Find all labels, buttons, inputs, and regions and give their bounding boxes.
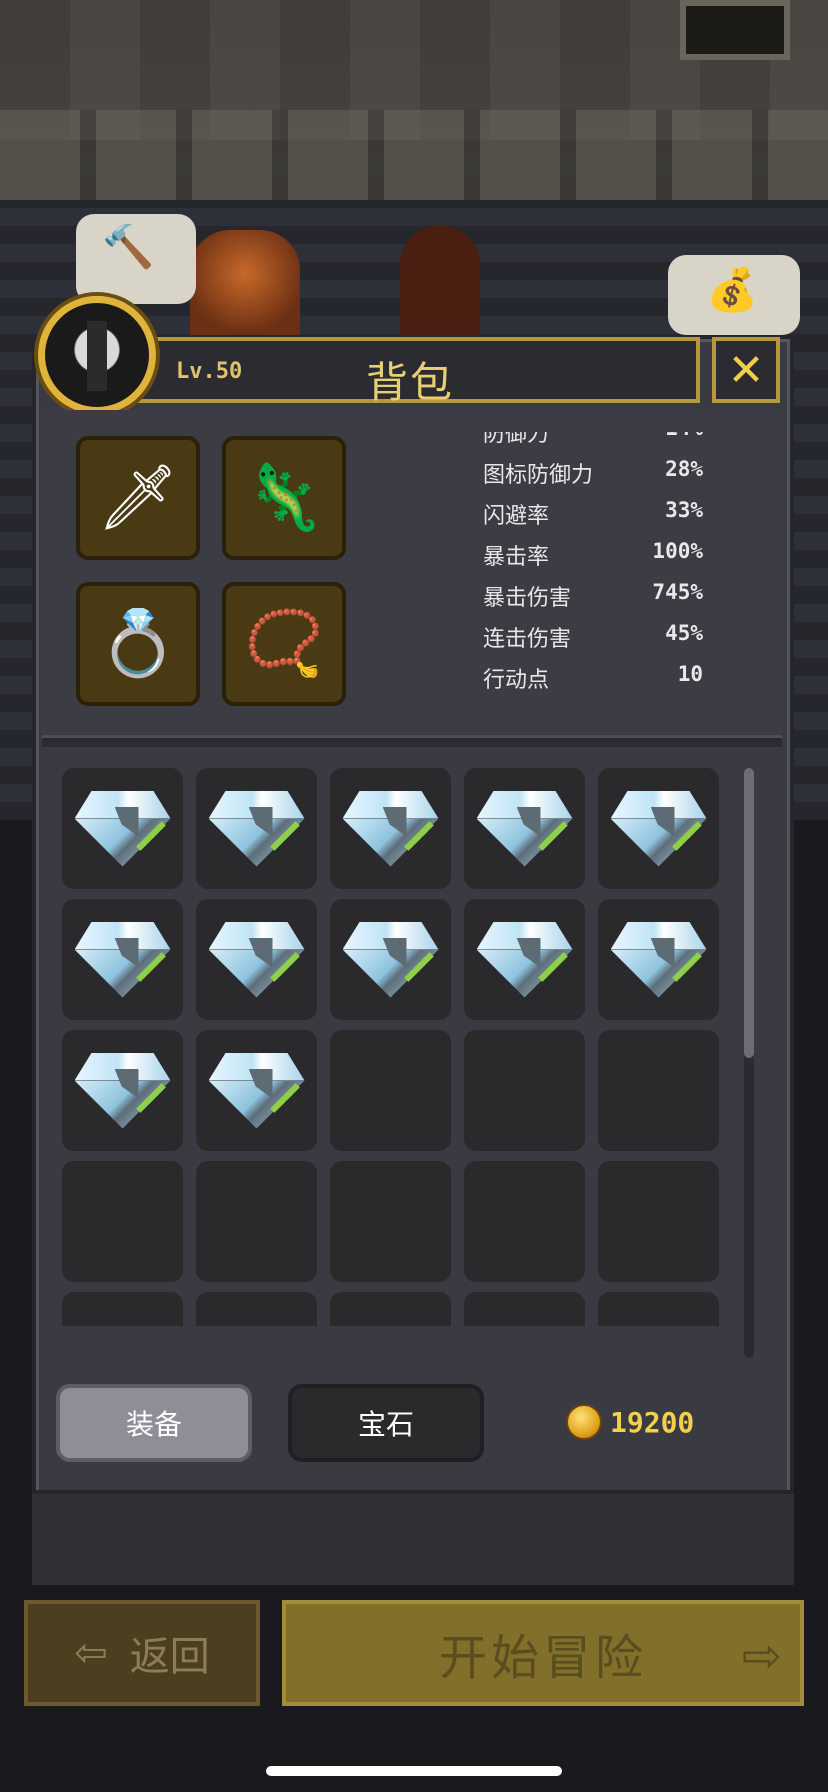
- inventory-slot[interactable]: [464, 1030, 585, 1151]
- back-icon: ⇦: [74, 1630, 108, 1676]
- diamond-gem-icon: [74, 1052, 171, 1129]
- helmet-avatar[interactable]: [38, 296, 156, 414]
- inventory-slot[interactable]: [330, 1292, 451, 1326]
- stat-value: 745%: [652, 580, 703, 604]
- scroll-thumb[interactable]: [744, 768, 754, 1058]
- stat-value: 33%: [665, 498, 703, 522]
- inventory-slot[interactable]: [598, 1030, 719, 1151]
- title-bar: Lv.50 背包: [120, 337, 700, 407]
- inventory-slot[interactable]: [62, 768, 183, 889]
- stat-row: 防御力 14%: [483, 432, 703, 451]
- diamond-gem-icon: [208, 1052, 305, 1129]
- sword-icon: 🗡: [97, 461, 179, 535]
- exit-icon: ⇨: [741, 1628, 782, 1684]
- ring-icon: 💍: [98, 607, 178, 681]
- tab-equipment[interactable]: 装备: [56, 1384, 252, 1462]
- inventory-slot[interactable]: [196, 1292, 317, 1326]
- inventory-slot[interactable]: [464, 1292, 585, 1326]
- diamond-gem-icon: [476, 921, 573, 998]
- stat-label: 闪避率: [483, 504, 550, 529]
- ring-slot[interactable]: 💍: [76, 582, 200, 706]
- diamond-gem-icon: [342, 921, 439, 998]
- money-bag-icon: 💰: [706, 265, 759, 314]
- hammer-icon: 🔨: [102, 222, 155, 271]
- stat-label: 连击伤害: [483, 627, 572, 652]
- stat-label: 暴击率: [483, 545, 550, 570]
- inventory-slot[interactable]: [330, 768, 451, 889]
- diamond-gem-icon: [74, 921, 171, 998]
- section-divider: [42, 735, 782, 747]
- inventory-slot[interactable]: [598, 1292, 719, 1326]
- stat-value: 45%: [665, 621, 703, 645]
- armor-icon: 🦎: [244, 461, 324, 535]
- stat-row: 暴击伤害 745%: [483, 574, 703, 615]
- diamond-gem-icon: [342, 790, 439, 867]
- close-icon: ✕: [727, 344, 765, 396]
- inventory-slot[interactable]: [330, 1161, 451, 1282]
- inventory-slot[interactable]: [196, 1030, 317, 1151]
- inventory-slot[interactable]: [62, 1030, 183, 1151]
- amulet-slot[interactable]: 📿: [222, 582, 346, 706]
- building-window: [680, 0, 790, 60]
- stat-label: 图标防御力: [483, 463, 594, 488]
- inventory-slot[interactable]: [598, 899, 719, 1020]
- stat-row: 行动点 10: [483, 656, 703, 697]
- diamond-gem-icon: [610, 790, 707, 867]
- gold-coin-icon: [566, 1404, 602, 1440]
- merchant-bubble[interactable]: 💰: [668, 255, 800, 335]
- stat-label: 防御力: [483, 432, 550, 447]
- start-adventure-button[interactable]: 开始冒险 ⇨: [282, 1600, 804, 1706]
- timber-beam: [0, 110, 828, 200]
- inventory-scrollbar[interactable]: [744, 768, 754, 1358]
- inventory-slot[interactable]: [196, 768, 317, 889]
- stat-value: 10: [677, 662, 703, 686]
- diamond-gem-icon: [476, 790, 573, 867]
- hooded-npc: [400, 225, 480, 335]
- stat-label: 暴击伤害: [483, 586, 572, 611]
- shop-npc: [190, 230, 300, 340]
- gold-amount: 19200: [610, 1405, 695, 1439]
- stat-row: 闪避率 33%: [483, 492, 703, 533]
- start-label: 开始冒险: [438, 1630, 647, 1686]
- inventory-slot[interactable]: [62, 899, 183, 1020]
- armor-slot[interactable]: 🦎: [222, 436, 346, 560]
- stat-row: 连击伤害 45%: [483, 615, 703, 656]
- tab-gems[interactable]: 宝石: [288, 1384, 484, 1462]
- inventory-slot[interactable]: [330, 1030, 451, 1151]
- back-label: 返回: [129, 1634, 210, 1680]
- amulet-icon: 📿: [244, 607, 324, 681]
- stat-label: 行动点: [483, 668, 550, 693]
- stat-value: 100%: [652, 539, 703, 563]
- home-indicator[interactable]: [266, 1766, 562, 1776]
- inventory-grid[interactable]: [52, 756, 762, 1326]
- blacksmith-bubble[interactable]: 🔨: [76, 214, 196, 304]
- diamond-gem-icon: [208, 790, 305, 867]
- weapon-slot[interactable]: 🗡: [76, 436, 200, 560]
- inventory-slot[interactable]: [330, 899, 451, 1020]
- page-title: 背包: [365, 358, 454, 407]
- inventory-slot[interactable]: [464, 899, 585, 1020]
- back-button[interactable]: ⇦ 返回: [24, 1600, 260, 1706]
- stat-row: 图标防御力 28%: [483, 451, 703, 492]
- inventory-slot[interactable]: [62, 1292, 183, 1326]
- stats-list[interactable]: 防御力14% 图标防御力28% 闪避率33% 暴击率100% 暴击伤害745% …: [483, 432, 703, 712]
- inventory-slot[interactable]: [464, 768, 585, 889]
- gold-display: 19200: [566, 1402, 694, 1442]
- diamond-gem-icon: [208, 921, 305, 998]
- close-button[interactable]: ✕: [712, 337, 780, 403]
- stat-value: 14%: [665, 432, 703, 440]
- diamond-gem-icon: [74, 790, 171, 867]
- diamond-gem-icon: [610, 921, 707, 998]
- stat-row: 暴击率 100%: [483, 533, 703, 574]
- inventory-slot[interactable]: [598, 1161, 719, 1282]
- inventory-slot[interactable]: [598, 768, 719, 889]
- inventory-slot[interactable]: [62, 1161, 183, 1282]
- panel-footer: [32, 1490, 794, 1585]
- inventory-slot[interactable]: [196, 899, 317, 1020]
- stat-value: 28%: [665, 457, 703, 481]
- inventory-slot[interactable]: [464, 1161, 585, 1282]
- inventory-slot[interactable]: [196, 1161, 317, 1282]
